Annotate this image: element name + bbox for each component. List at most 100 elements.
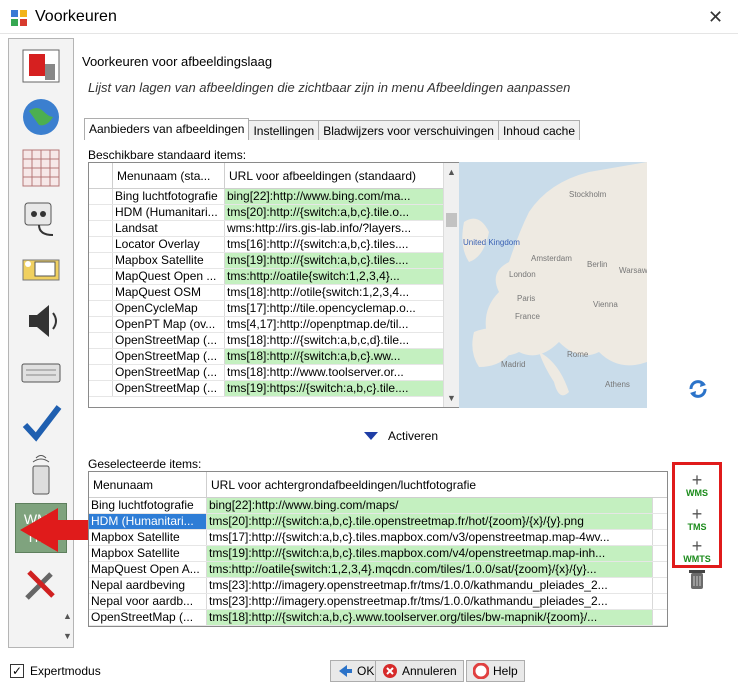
row-name: HDM (Humanitari... xyxy=(113,205,225,220)
coverage-map[interactable]: Stockholm United Kingdom Amsterdam Berlin Wa… xyxy=(459,162,647,408)
table-row[interactable]: OpenPT Map (ov... tms[4,17]:http://openpt… xyxy=(89,317,459,333)
tab-settings[interactable]: Instellingen xyxy=(248,120,320,140)
plus-icon: + xyxy=(691,504,703,524)
window-title: Voorkeuren xyxy=(35,8,117,25)
close-icon[interactable]: ✕ xyxy=(708,7,723,28)
row-name: Nepal aardbeving xyxy=(89,578,207,593)
tab-bar: Aanbieders van afbeeldingen Instellingen… xyxy=(84,118,580,140)
trash-icon[interactable] xyxy=(686,567,708,591)
selected-col-url[interactable]: URL voor achtergrondafbeeldingen/luchtfo… xyxy=(207,472,653,497)
row-name: Locator Overlay xyxy=(113,237,225,252)
row-url: tms:http://oatile{switch:1,2,3,4}... xyxy=(225,269,445,284)
tab-cache-contents[interactable]: Inhoud cache xyxy=(497,120,580,140)
scroll-down-icon[interactable]: ▼ xyxy=(63,631,73,641)
help-button[interactable]: Help xyxy=(466,660,525,682)
ok-button[interactable]: OK xyxy=(330,660,382,682)
table-row[interactable]: OpenStreetMap (... tms[19]:https://{switc… xyxy=(89,381,459,397)
add-wmts-button[interactable]: + WMTS xyxy=(677,536,717,566)
row-url: tms[18]:http://{switch:a,b,c}.ww... xyxy=(225,349,445,364)
row-url: tms[17]:http://{switch:a,b,c}.tiles.mapb… xyxy=(207,530,653,545)
map-label: Berlin xyxy=(587,260,608,269)
down-arrow-icon xyxy=(364,432,378,440)
paint-icon xyxy=(22,49,60,83)
tab-imagery-providers[interactable]: Aanbieders van afbeeldingen xyxy=(84,118,250,140)
table-row[interactable]: Mapbox Satellite tms[19]:http://{switch:a… xyxy=(89,546,667,562)
grid-icon xyxy=(22,149,60,187)
row-name: MapQuest OSM xyxy=(113,285,225,300)
table-row[interactable]: Nepal voor aardb... tms[23]:http://imager… xyxy=(89,594,667,610)
available-rows: Bing luchtfotografie bing[22]:http://www.… xyxy=(89,189,459,397)
table-row[interactable]: OpenStreetMap (... tms[18]:http://www.too… xyxy=(89,365,459,381)
sidebar-connection-button[interactable] xyxy=(15,92,67,142)
row-url: tms[23]:http://imagery.openstreetmap.fr/… xyxy=(207,594,653,609)
table-row[interactable]: Mapbox Satellite tms[19]:http://{switch:a… xyxy=(89,253,459,269)
expert-mode-toggle[interactable]: ✓ Expertmodus xyxy=(10,664,101,678)
sidebar-display-button[interactable] xyxy=(15,41,67,91)
table-row[interactable]: Locator Overlay tms[16]:http://{switch:a,… xyxy=(89,237,459,253)
table-row[interactable]: OpenCycleMap tms[17]:http://tile.opencycl… xyxy=(89,301,459,317)
page-title: Voorkeuren voor afbeeldingslaag xyxy=(82,54,273,69)
table-row[interactable]: Landsat wms:http://irs.gis-lab.info/?laye… xyxy=(89,221,459,237)
map-label: Vienna xyxy=(593,300,618,309)
refresh-icon[interactable] xyxy=(687,378,709,400)
scroll-up-icon[interactable]: ▲ xyxy=(447,167,456,177)
table-row[interactable]: MapQuest OSM tms[18]:http://otile{switch:… xyxy=(89,285,459,301)
add-wms-button[interactable]: + WMS xyxy=(677,470,717,500)
cancel-button[interactable]: Annuleren xyxy=(375,660,464,682)
row-marker xyxy=(89,221,113,236)
sidebar-plugins-button[interactable] xyxy=(15,194,67,244)
globe-icon xyxy=(23,99,59,135)
cancel-label: Annuleren xyxy=(402,664,457,678)
table-row[interactable]: Nepal aardbeving tms[23]:http://imagery.o… xyxy=(89,578,667,594)
table-row[interactable]: Bing luchtfotografie bing[22]:http://www.… xyxy=(89,189,459,205)
row-name: HDM (Humanitari... xyxy=(89,514,207,529)
sidebar-toolbar-button[interactable] xyxy=(15,245,67,295)
row-name: MapQuest Open ... xyxy=(113,269,225,284)
table-row[interactable]: OpenStreetMap (... tms[18]:http://{switch… xyxy=(89,349,459,365)
map-label: Rome xyxy=(567,350,589,359)
available-col-name[interactable]: Menunaam (sta... xyxy=(113,163,225,188)
sidebar-shortcuts-button[interactable] xyxy=(15,347,67,397)
table-row[interactable]: HDM (Humanitari... tms[20]:http://{switch… xyxy=(89,514,667,530)
table-row[interactable]: OpenStreetMap (... tms[18]:http://{switch… xyxy=(89,610,667,626)
sidebar-advanced-button[interactable] xyxy=(15,559,67,609)
activate-button[interactable]: Activeren xyxy=(364,429,438,443)
map-label: Stockholm xyxy=(569,190,607,199)
row-marker xyxy=(89,285,113,300)
sidebar-validator-button[interactable] xyxy=(15,398,67,448)
table-row[interactable]: Mapbox Satellite tms[17]:http://{switch:a… xyxy=(89,530,667,546)
scroll-up-icon[interactable]: ▲ xyxy=(63,611,73,621)
table-row[interactable]: OpenStreetMap (... tms[18]:http://{switch… xyxy=(89,333,459,349)
available-col-url[interactable]: URL voor afbeeldingen (standaard) xyxy=(225,163,445,188)
row-name: OpenStreetMap (... xyxy=(113,381,225,396)
row-url: tms[20]:http://{switch:a,b,c}.tile.o... xyxy=(225,205,445,220)
expert-mode-checkbox[interactable]: ✓ xyxy=(10,664,24,678)
europe-map-image xyxy=(459,162,647,408)
map-label: Paris xyxy=(517,294,536,303)
row-url: tms[23]:http://imagery.openstreetmap.fr/… xyxy=(207,578,653,593)
selected-rows: Bing luchtfotografie bing[22]:http://www.… xyxy=(89,498,667,626)
tab-offset-bookmarks[interactable]: Bladwijzers voor verschuivingen xyxy=(318,120,499,140)
selected-col-name[interactable]: Menunaam xyxy=(89,472,207,497)
row-name: Bing luchtfotografie xyxy=(113,189,225,204)
sidebar-audio-button[interactable] xyxy=(15,296,67,346)
table-row[interactable]: HDM (Humanitari... tms[20]:http://{switch… xyxy=(89,205,459,221)
add-tms-button[interactable]: + TMS xyxy=(677,504,717,534)
scroll-thumb[interactable] xyxy=(446,213,457,227)
scroll-down-icon[interactable]: ▼ xyxy=(447,393,456,403)
row-name: OpenStreetMap (... xyxy=(113,349,225,364)
sidebar-scroll[interactable]: ▲ ▼ xyxy=(63,611,73,647)
table-row[interactable]: Bing luchtfotografie bing[22]:http://www.… xyxy=(89,498,667,514)
table-row[interactable]: MapQuest Open ... tms:http://oatile{switc… xyxy=(89,269,459,285)
row-name: Mapbox Satellite xyxy=(89,546,207,561)
row-url: tms[18]:http://{switch:a,b,c}.www.toolse… xyxy=(207,610,653,625)
available-scrollbar[interactable]: ▲ ▼ xyxy=(443,163,459,407)
table-row[interactable]: MapQuest Open A... tms:http://oatile{swit… xyxy=(89,562,667,578)
help-icon xyxy=(473,663,489,679)
sidebar-projection-button[interactable] xyxy=(15,143,67,193)
speaker-icon xyxy=(29,305,57,337)
checkmark-icon xyxy=(22,405,62,442)
row-name: OpenStreetMap (... xyxy=(113,333,225,348)
row-name: Mapbox Satellite xyxy=(89,530,207,545)
sidebar-remote-button[interactable] xyxy=(15,449,67,499)
